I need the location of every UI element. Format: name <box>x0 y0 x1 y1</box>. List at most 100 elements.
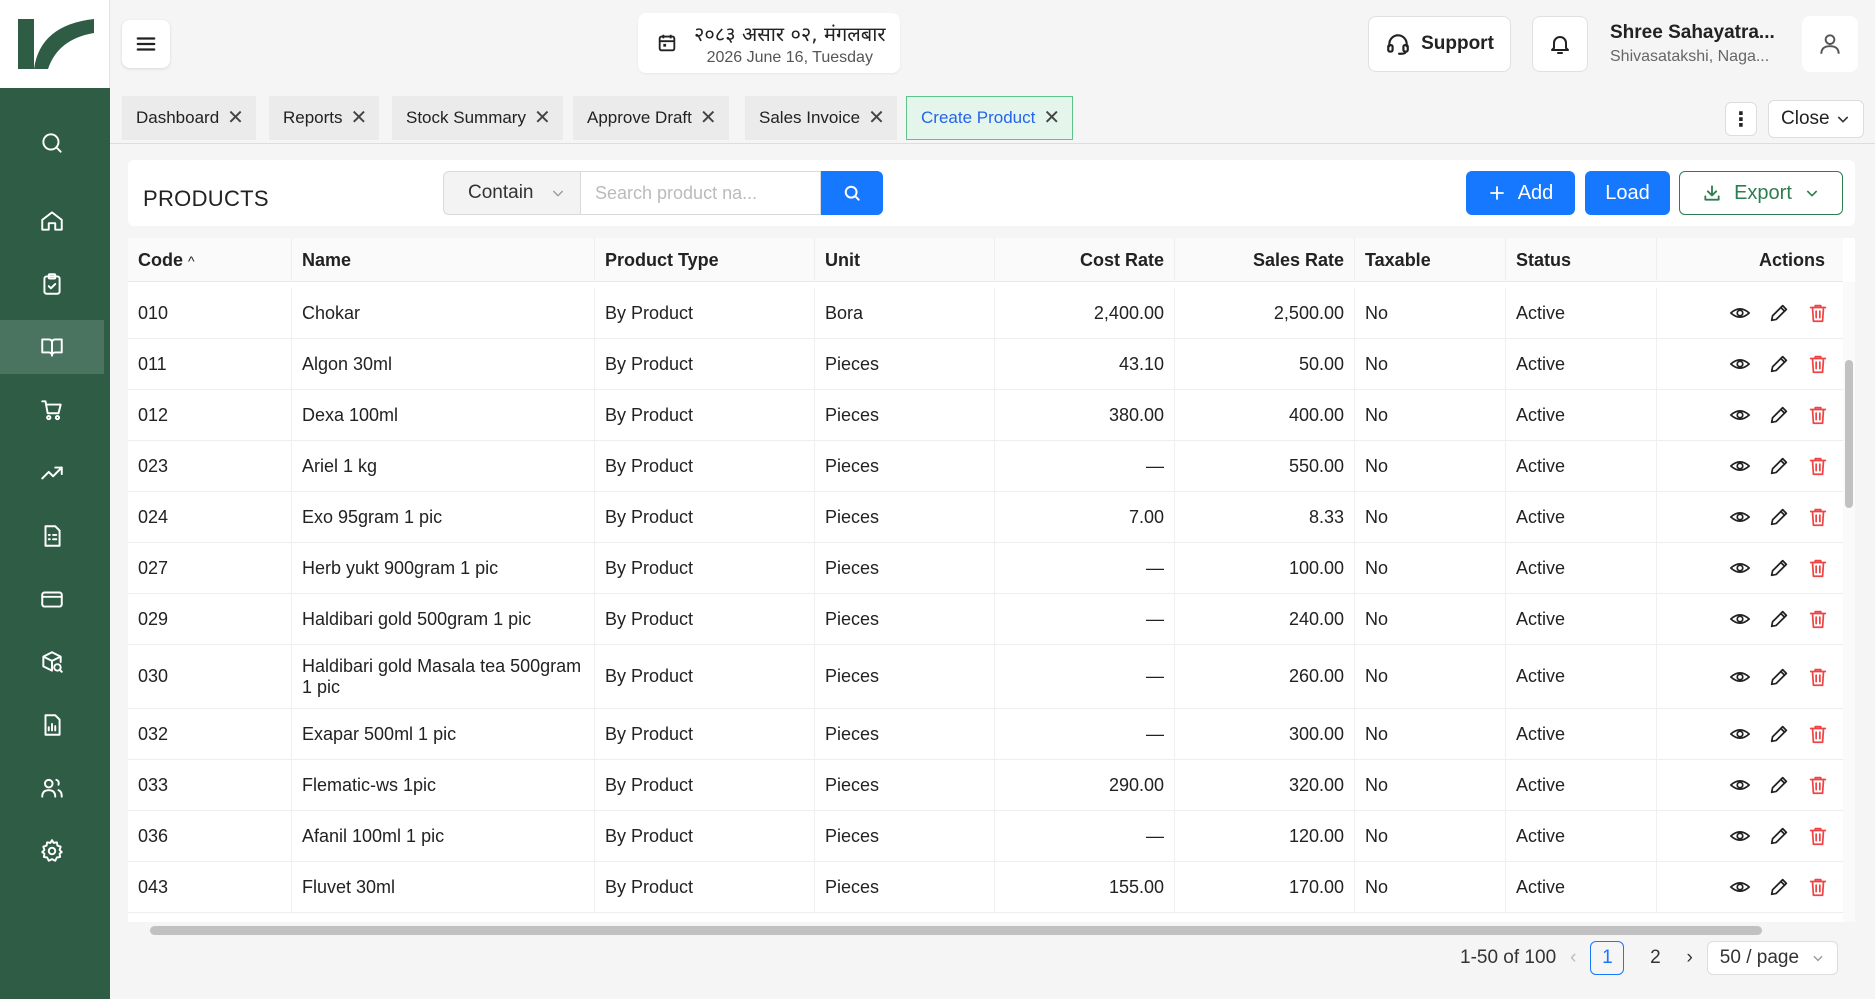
delete-icon[interactable] <box>1807 455 1829 477</box>
edit-icon[interactable] <box>1768 557 1790 579</box>
tab-create-product[interactable]: Create Product ✕ <box>906 96 1074 140</box>
nav-settings[interactable] <box>0 824 104 878</box>
view-icon[interactable] <box>1729 506 1751 528</box>
scrollbar-thumb[interactable] <box>150 926 1762 935</box>
tab-stock-summary[interactable]: Stock Summary ✕ <box>392 96 563 140</box>
edit-icon[interactable] <box>1768 506 1790 528</box>
edit-icon[interactable] <box>1768 666 1790 688</box>
tab-options-button[interactable]: ⋮ <box>1725 102 1757 136</box>
table-row[interactable]: 032 Exapar 500ml 1 pic By Product Pieces —30… <box>128 709 1843 760</box>
table-row[interactable]: 024 Exo 95gram 1 pic By Product Pieces 7.00 8… <box>128 492 1843 543</box>
delete-icon[interactable] <box>1807 666 1829 688</box>
search-input[interactable] <box>581 171 821 215</box>
edit-icon[interactable] <box>1768 774 1790 796</box>
delete-icon[interactable] <box>1807 506 1829 528</box>
edit-icon[interactable] <box>1768 353 1790 375</box>
page-1-button[interactable]: 1 <box>1590 941 1625 975</box>
table-row[interactable]: 010 Chokar By Product Bora 2,400.00 2,500.00 N… <box>128 288 1843 339</box>
tab-sales-invoice[interactable]: Sales Invoice ✕ <box>745 96 897 140</box>
column-header-status[interactable]: Status <box>1506 238 1657 282</box>
delete-icon[interactable] <box>1807 876 1829 898</box>
table-row[interactable]: 029 Haldibari gold 500gram 1 pic By Produc… <box>128 594 1843 645</box>
horizontal-scrollbar[interactable] <box>128 922 1855 938</box>
table-row[interactable]: 012 Dexa 100ml By Product Pieces 380.00 400.0… <box>128 390 1843 441</box>
nav-cart[interactable] <box>0 383 104 437</box>
column-header-code[interactable]: Code ^ <box>128 238 292 282</box>
table-row[interactable]: 011 Algon 30ml By Product Pieces 43.10 50.00 N… <box>128 339 1843 390</box>
nav-card[interactable] <box>0 572 104 626</box>
nav-trending[interactable] <box>0 446 104 500</box>
view-icon[interactable] <box>1729 774 1751 796</box>
close-icon[interactable]: ✕ <box>868 108 885 128</box>
delete-icon[interactable] <box>1807 774 1829 796</box>
view-icon[interactable] <box>1729 404 1751 426</box>
filter-mode-select[interactable]: Contain <box>443 171 581 215</box>
nav-search[interactable] <box>0 116 104 170</box>
table-row[interactable]: 033 Flematic-ws 1pic By Product Pieces 290.0… <box>128 760 1843 811</box>
load-button[interactable]: Load <box>1585 171 1670 215</box>
table-row[interactable]: 030 Haldibari gold Masala tea 500gram 1 p… <box>128 645 1843 709</box>
table-row[interactable]: 023 Ariel 1 kg By Product Pieces —550.00 No Ac… <box>128 441 1843 492</box>
edit-icon[interactable] <box>1768 723 1790 745</box>
nav-book[interactable] <box>0 320 104 374</box>
close-icon[interactable]: ✕ <box>351 108 368 128</box>
column-header-name[interactable]: Name <box>292 238 595 282</box>
view-icon[interactable] <box>1729 723 1751 745</box>
table-row[interactable]: 036 Afanil 100ml 1 pic By Product Pieces —12… <box>128 811 1843 862</box>
search-button[interactable] <box>821 171 883 215</box>
close-icon[interactable]: ✕ <box>227 108 244 128</box>
support-button[interactable]: Support <box>1368 16 1511 72</box>
tab-approve-draft[interactable]: Approve Draft ✕ <box>573 96 729 140</box>
notifications-button[interactable] <box>1532 16 1588 72</box>
nav-invoice[interactable] <box>0 509 104 563</box>
vertical-scrollbar[interactable] <box>1843 282 1855 922</box>
view-icon[interactable] <box>1729 353 1751 375</box>
column-header-unit[interactable]: Unit <box>815 238 995 282</box>
view-icon[interactable] <box>1729 455 1751 477</box>
edit-icon[interactable] <box>1768 404 1790 426</box>
delete-icon[interactable] <box>1807 825 1829 847</box>
delete-icon[interactable] <box>1807 302 1829 324</box>
avatar[interactable] <box>1802 16 1858 72</box>
view-icon[interactable] <box>1729 302 1751 324</box>
delete-icon[interactable] <box>1807 723 1829 745</box>
hamburger-menu-button[interactable] <box>122 20 170 68</box>
view-icon[interactable] <box>1729 876 1751 898</box>
view-icon[interactable] <box>1729 666 1751 688</box>
delete-icon[interactable] <box>1807 608 1829 630</box>
next-page-icon[interactable]: › <box>1686 947 1692 969</box>
user-info[interactable]: Shree Sahayatra... Shivasatakshi, Naga..… <box>1610 22 1782 66</box>
edit-icon[interactable] <box>1768 825 1790 847</box>
tab-dashboard[interactable]: Dashboard ✕ <box>122 96 256 140</box>
page-2-button[interactable]: 2 <box>1638 941 1672 975</box>
close-icon[interactable]: ✕ <box>534 108 551 128</box>
nav-home[interactable] <box>0 194 104 248</box>
nav-clipboard[interactable] <box>0 257 104 311</box>
edit-icon[interactable] <box>1768 302 1790 324</box>
table-row[interactable]: 027 Herb yukt 900gram 1 pic By Product Piec… <box>128 543 1843 594</box>
edit-icon[interactable] <box>1768 455 1790 477</box>
close-icon[interactable]: ✕ <box>1043 108 1060 128</box>
tab-reports[interactable]: Reports ✕ <box>269 96 380 140</box>
nav-users[interactable] <box>0 761 104 815</box>
column-header-sales-rate[interactable]: Sales Rate <box>1175 238 1355 282</box>
column-header-cost-rate[interactable]: Cost Rate <box>995 238 1175 282</box>
column-header-taxable[interactable]: Taxable <box>1355 238 1506 282</box>
brand-logo[interactable] <box>0 0 110 88</box>
add-button[interactable]: Add <box>1466 171 1575 215</box>
table-row[interactable]: 043 Fluvet 30ml By Product Pieces 155.00 170.… <box>128 862 1843 913</box>
delete-icon[interactable] <box>1807 404 1829 426</box>
close-icon[interactable]: ✕ <box>700 108 717 128</box>
nav-report[interactable] <box>0 698 104 752</box>
view-icon[interactable] <box>1729 608 1751 630</box>
prev-page-icon[interactable]: ‹ <box>1570 947 1576 969</box>
delete-icon[interactable] <box>1807 353 1829 375</box>
export-button[interactable]: Export <box>1679 171 1843 215</box>
delete-icon[interactable] <box>1807 557 1829 579</box>
nav-package-search[interactable] <box>0 635 104 689</box>
scrollbar-thumb[interactable] <box>1845 360 1853 508</box>
column-header-product-type[interactable]: Product Type <box>595 238 815 282</box>
view-icon[interactable] <box>1729 557 1751 579</box>
view-icon[interactable] <box>1729 825 1751 847</box>
close-tabs-dropdown[interactable]: Close <box>1768 100 1864 138</box>
